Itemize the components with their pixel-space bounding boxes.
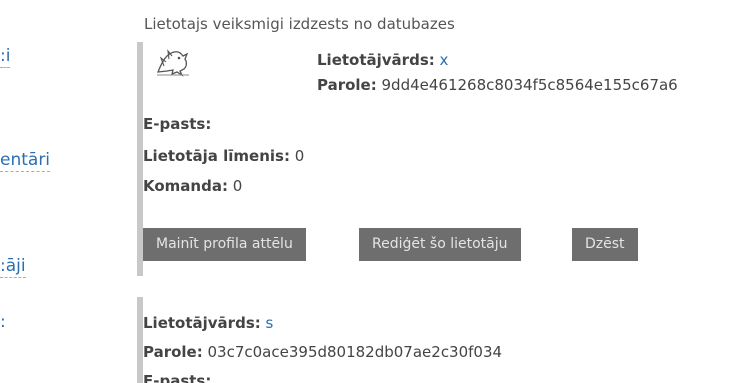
delete-button[interactable]: Dzēst	[572, 228, 638, 261]
level-row: Lietotāja līmenis: 0	[143, 146, 304, 166]
username-link[interactable]: x	[440, 51, 449, 69]
dragon-icon	[154, 44, 192, 78]
email-label: E-pasts:	[143, 372, 212, 383]
user-card: Lietotājvārds: s Parole: 03c7c0ace395d80…	[137, 297, 754, 383]
sidebar-item-comments[interactable]: entāri	[0, 150, 51, 172]
password-label: Parole:	[317, 76, 377, 94]
username-link[interactable]: s	[266, 314, 274, 332]
change-avatar-button[interactable]: Mainīt profila attēlu	[143, 228, 306, 261]
username-row: Lietotājvārds: s	[143, 313, 273, 333]
password-label: Parole:	[143, 343, 203, 361]
email-row: E-pasts:	[143, 371, 211, 383]
password-row: Parole: 9dd4e461268c8034f5c8564e155c67a6	[317, 75, 678, 95]
password-row: Parole: 03c7c0ace395d80182db07ae2c30f034	[143, 342, 502, 362]
team-label: Komanda:	[143, 177, 228, 195]
username-row: Lietotājvārds: x	[317, 50, 448, 70]
user-card: Lietotājvārds: x Parole: 9dd4e461268c803…	[137, 42, 754, 276]
level-value: 0	[294, 147, 305, 165]
team-value: 0	[232, 177, 243, 195]
password-hash: 03c7c0ace395d80182db07ae2c30f034	[207, 343, 503, 361]
flash-message: Lietotajs veiksmigi izdzests no datubaze…	[144, 15, 455, 33]
level-label: Lietotāja līmenis:	[143, 147, 290, 165]
username-label: Lietotājvārds:	[143, 314, 261, 332]
team-row: Komanda: 0	[143, 176, 242, 196]
username-label: Lietotājvārds:	[317, 51, 435, 69]
email-label: E-pasts:	[143, 115, 212, 133]
sidebar-item-1[interactable]: :i	[0, 46, 11, 68]
sidebar-item-users[interactable]: :āji	[0, 256, 26, 278]
password-hash: 9dd4e461268c8034f5c8564e155c67a6	[381, 76, 678, 94]
sidebar-item-4[interactable]: :	[0, 312, 6, 333]
email-row: E-pasts:	[143, 114, 211, 134]
page: :i entāri :āji : Lietotajs veiksmigi izd…	[0, 0, 754, 383]
edit-user-button[interactable]: Rediģēt šo lietotāju	[359, 228, 521, 261]
